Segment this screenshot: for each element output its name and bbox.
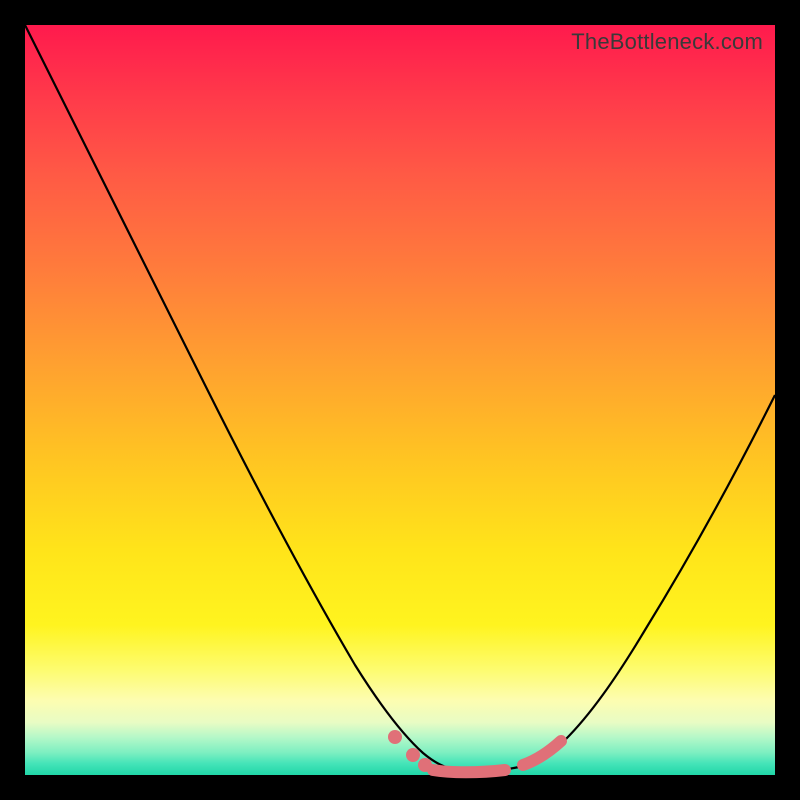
right-knee-marker (523, 741, 561, 765)
curve-point-marker (388, 730, 402, 744)
curve-layer (25, 25, 775, 775)
optimal-range-marker (433, 770, 505, 772)
outer-frame: TheBottleneck.com (0, 0, 800, 800)
curve-point-marker (406, 748, 420, 762)
curve-point-marker (418, 758, 432, 772)
bottleneck-curve (25, 25, 775, 771)
plot-area: TheBottleneck.com (25, 25, 775, 775)
